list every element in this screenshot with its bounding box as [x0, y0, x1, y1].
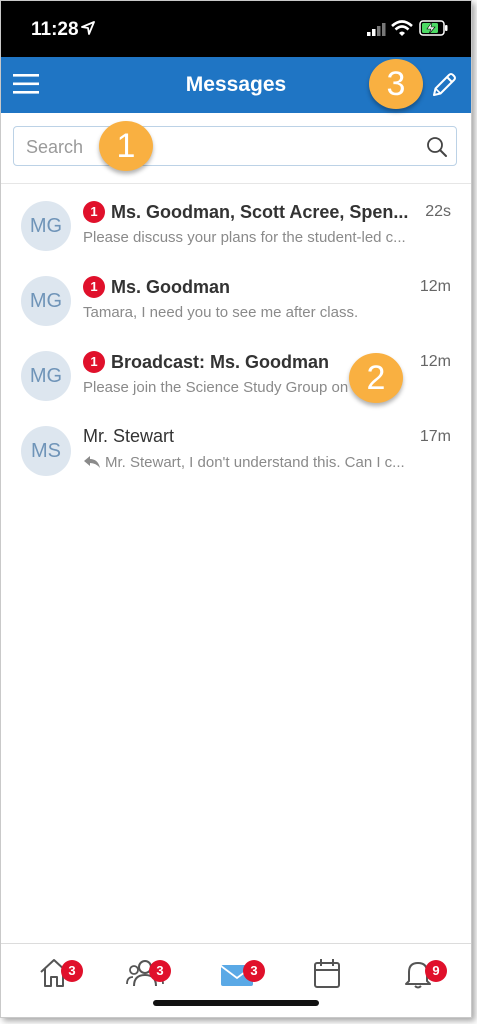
message-sender-name: Mr. Stewart	[83, 426, 175, 446]
tab-messages[interactable]: 3	[219, 956, 265, 996]
message-time: 22s	[425, 203, 451, 220]
callout-marker: 1	[99, 121, 153, 171]
message-preview: Tamara, I need you to see me after class…	[83, 304, 359, 321]
signal-icon	[367, 23, 387, 41]
message-time: 12m	[419, 353, 451, 370]
search-icon[interactable]	[426, 136, 448, 163]
message-sender: 1 Ms. Goodman	[83, 276, 413, 298]
tab-calendar[interactable]	[310, 956, 350, 996]
message-time: 17m	[419, 428, 451, 445]
search-bar-container	[1, 113, 471, 184]
search-box[interactable]	[13, 126, 457, 166]
message-sender-name: Ms. Goodman	[111, 277, 231, 297]
callout-marker: 3	[369, 59, 423, 109]
message-sender: 1 Ms. Goodman, Scott Acree, Spen...	[83, 201, 413, 223]
unread-badge: 1	[83, 351, 105, 373]
battery-icon	[419, 20, 449, 41]
avatar: MS	[21, 426, 71, 476]
message-row[interactable]: MS Mr. Stewart 17m Mr. Stewart, I don't …	[1, 414, 471, 488]
tab-badge: 3	[149, 960, 171, 982]
message-preview: Mr. Stewart, I don't understand this. Ca…	[83, 454, 451, 473]
message-row[interactable]: MG 1 Ms. Goodman, Scott Acree, Spen... 22…	[1, 189, 471, 263]
location-arrow-icon	[81, 21, 95, 40]
tab-notifications[interactable]: 9	[401, 956, 447, 996]
wifi-icon	[391, 20, 413, 42]
unread-badge: 1	[83, 201, 105, 223]
tab-badge: 3	[243, 960, 265, 982]
tab-badge: 3	[61, 960, 83, 982]
tab-people[interactable]: 3	[125, 956, 171, 996]
compose-pencil-icon[interactable]	[429, 70, 459, 105]
tab-badge: 9	[425, 960, 447, 982]
message-sender-name: Ms. Goodman, Scott Acree, Spen...	[111, 202, 409, 222]
search-input[interactable]	[24, 133, 418, 161]
callout-marker: 2	[349, 353, 403, 403]
unread-badge: 1	[83, 276, 105, 298]
message-row[interactable]: MG 1 Ms. Goodman 12m Tamara, I need you t…	[1, 264, 471, 338]
home-indicator[interactable]	[153, 1000, 319, 1006]
message-time: 12m	[419, 278, 451, 295]
tab-home[interactable]: 3	[37, 956, 83, 996]
avatar: MG	[21, 201, 71, 251]
status-bar: 11:28	[1, 1, 471, 57]
message-sender: Mr. Stewart	[83, 426, 413, 447]
avatar: MG	[21, 351, 71, 401]
message-sender-name: Broadcast: Ms. Goodman	[111, 352, 330, 372]
bottom-tab-bar: 3 3 3 9	[1, 943, 471, 1017]
message-preview: Please discuss your plans for the studen…	[83, 229, 406, 246]
message-preview-text: Mr. Stewart, I don't understand this. Ca…	[105, 454, 405, 471]
app-screen: 11:28 Messages MG 1Ms. Go	[0, 0, 472, 1018]
status-time: 11:28	[31, 19, 79, 40]
reply-arrow-icon	[83, 455, 101, 473]
calendar-icon	[310, 959, 344, 994]
avatar: MG	[21, 276, 71, 326]
